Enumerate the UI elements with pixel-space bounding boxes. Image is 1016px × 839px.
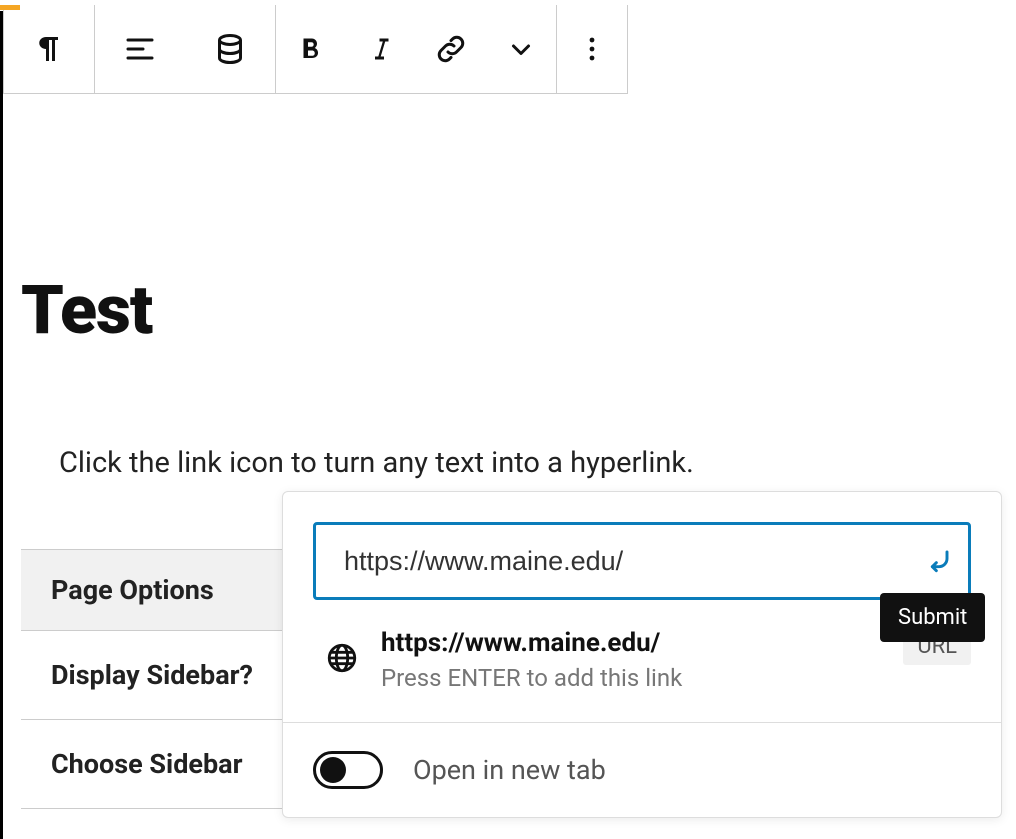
more-formatting-button[interactable]	[486, 5, 556, 93]
paragraph-block[interactable]: Click the link icon to turn any text int…	[59, 443, 998, 484]
align-left-icon	[122, 31, 158, 67]
tool-group-2	[95, 5, 276, 94]
tool-group-4	[557, 5, 628, 94]
bold-button[interactable]	[276, 5, 346, 93]
tool-group-1	[3, 5, 95, 94]
open-new-tab-row: Open in new tab	[283, 723, 1001, 817]
italic-button[interactable]	[346, 5, 416, 93]
link-icon	[433, 31, 469, 67]
submit-link-button[interactable]	[923, 544, 955, 580]
link-url-input[interactable]	[313, 522, 971, 600]
tool-group-3	[276, 5, 557, 94]
status-bar-fragment	[0, 5, 20, 10]
suggestion-hint: Press ENTER to add this link	[381, 664, 881, 692]
window-left-edge	[0, 11, 3, 839]
italic-icon	[363, 31, 399, 67]
database-button[interactable]	[185, 5, 275, 93]
block-toolbar	[3, 5, 1016, 95]
page-title[interactable]: Test	[21, 270, 998, 350]
submit-tooltip: Submit	[880, 593, 985, 642]
pilcrow-icon	[31, 31, 67, 67]
chevron-down-icon	[503, 31, 539, 67]
kebab-menu-icon	[574, 31, 610, 67]
open-new-tab-label: Open in new tab	[413, 754, 606, 786]
paragraph-block-button[interactable]	[4, 5, 94, 93]
suggestion-title: https://www.maine.edu/	[381, 628, 881, 658]
open-new-tab-toggle[interactable]	[313, 751, 383, 789]
enter-arrow-icon	[923, 544, 955, 576]
link-popover: https://www.maine.edu/ Press ENTER to ad…	[282, 491, 1002, 818]
suggestion-text: https://www.maine.edu/ Press ENTER to ad…	[381, 628, 881, 692]
bold-icon	[293, 31, 329, 67]
more-options-button[interactable]	[557, 5, 627, 93]
toggle-knob	[320, 757, 346, 783]
globe-icon	[325, 641, 359, 679]
align-button[interactable]	[95, 5, 185, 93]
link-button[interactable]	[416, 5, 486, 93]
database-icon	[212, 31, 248, 67]
